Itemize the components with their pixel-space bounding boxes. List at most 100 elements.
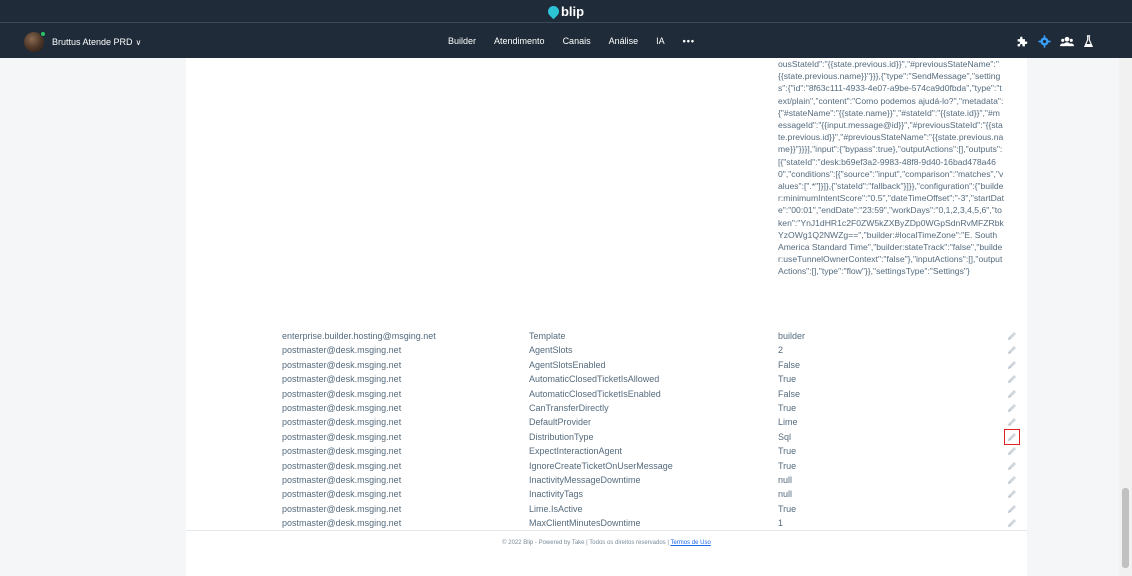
table-row: postmaster@desk.msging.net CanTransferDir… bbox=[282, 401, 1022, 415]
footer-copyright: © 2022 Blip - Powered by Take | Todos os… bbox=[502, 540, 669, 546]
page-scrollbar[interactable] bbox=[1119, 58, 1132, 576]
row-name: AgentSlotsEnabled bbox=[529, 359, 606, 370]
header-divider bbox=[0, 22, 1132, 23]
pencil-icon[interactable] bbox=[1006, 488, 1018, 500]
pencil-icon[interactable] bbox=[1006, 503, 1018, 515]
avatar bbox=[24, 31, 46, 52]
row-value: True bbox=[778, 402, 797, 413]
row-owner: postmaster@desk.msging.net bbox=[282, 417, 402, 428]
table-row: postmaster@desk.msging.net AgentSlots 2 bbox=[282, 343, 1022, 357]
row-name: IgnoreCreateTicketOnUserMessage bbox=[529, 460, 673, 471]
flow-json-value: ousStateId":"{{state.previous.id}}","#pr… bbox=[778, 59, 1004, 277]
blip-logo[interactable]: blip bbox=[0, 3, 1132, 20]
row-name: CanTransferDirectly bbox=[529, 402, 609, 413]
table-row: postmaster@desk.msging.net DistributionTy… bbox=[282, 428, 1022, 445]
online-status-icon bbox=[40, 31, 46, 37]
pencil-icon[interactable] bbox=[1006, 474, 1018, 486]
row-value: Lime bbox=[778, 417, 798, 428]
pencil-icon[interactable] bbox=[1006, 416, 1018, 428]
table-row: postmaster@desk.msging.net InactivityMess… bbox=[282, 473, 1022, 487]
footer-divider bbox=[186, 530, 1027, 531]
table-row: postmaster@desk.msging.net AutomaticClose… bbox=[282, 372, 1022, 386]
flask-icon[interactable] bbox=[1083, 35, 1094, 48]
account-switcher[interactable]: Bruttus Atende PRD ∨ bbox=[24, 31, 142, 52]
row-name: DistributionType bbox=[529, 431, 594, 442]
table-row: postmaster@desk.msging.net InactivityTags… bbox=[282, 487, 1022, 501]
pencil-icon[interactable] bbox=[1006, 373, 1018, 385]
nav-builder[interactable]: Builder bbox=[448, 36, 476, 46]
table-row: postmaster@desk.msging.net Lime.IsActive T… bbox=[282, 502, 1022, 516]
more-menu-button[interactable]: ••• bbox=[683, 36, 695, 46]
row-value: False bbox=[778, 388, 801, 399]
row-name: AgentSlots bbox=[529, 345, 573, 356]
pencil-icon[interactable] bbox=[1004, 428, 1020, 445]
pencil-icon[interactable] bbox=[1006, 388, 1018, 400]
nav-canais[interactable]: Canais bbox=[563, 36, 591, 46]
row-owner: postmaster@desk.msging.net bbox=[282, 518, 402, 529]
pencil-icon[interactable] bbox=[1006, 460, 1018, 472]
row-owner: postmaster@desk.msging.net bbox=[282, 503, 402, 514]
row-owner: enterprise.builder.hosting@msging.net bbox=[282, 331, 436, 341]
row-owner: postmaster@desk.msging.net bbox=[282, 431, 402, 442]
row-name: ExpectInteractionAgent bbox=[529, 446, 623, 457]
row-value: null bbox=[778, 474, 793, 485]
row-value: builder bbox=[778, 331, 806, 341]
row-name: MaxClientMinutesDowntime bbox=[529, 518, 641, 529]
row-owner: postmaster@desk.msging.net bbox=[282, 359, 402, 370]
table-row: postmaster@desk.msging.net MaxClientMinut… bbox=[282, 516, 1022, 530]
nav-analise[interactable]: Análise bbox=[609, 36, 639, 46]
row-value: 1 bbox=[778, 518, 784, 529]
configuration-table: enterprise.builder.hosting@msging.net Tem… bbox=[282, 329, 1022, 530]
row-owner: postmaster@desk.msging.net bbox=[282, 489, 402, 500]
row-owner: postmaster@desk.msging.net bbox=[282, 474, 402, 485]
pencil-icon[interactable] bbox=[1006, 359, 1018, 371]
left-gutter bbox=[0, 58, 186, 576]
top-bar: blip Bruttus Atende PRD ∨ Builder Atendi… bbox=[0, 0, 1132, 58]
row-name: InactivityMessageDowntime bbox=[529, 474, 641, 485]
row-name: Lime.IsActive bbox=[529, 503, 583, 514]
right-gutter bbox=[1027, 58, 1119, 576]
gear-icon[interactable] bbox=[1038, 35, 1051, 48]
table-row: postmaster@desk.msging.net DefaultProvide… bbox=[282, 415, 1022, 429]
row-owner: postmaster@desk.msging.net bbox=[282, 460, 402, 471]
row-owner: postmaster@desk.msging.net bbox=[282, 388, 402, 399]
row-owner: postmaster@desk.msging.net bbox=[282, 446, 402, 457]
pencil-icon[interactable] bbox=[1006, 402, 1018, 414]
nav-ia[interactable]: IA bbox=[656, 36, 665, 46]
row-name: InactivityTags bbox=[529, 489, 584, 500]
row-value: True bbox=[778, 446, 797, 457]
row-value: Sql bbox=[778, 431, 792, 442]
account-name: Bruttus Atende PRD bbox=[52, 37, 133, 47]
pencil-icon[interactable] bbox=[1006, 445, 1018, 457]
header-tools bbox=[1016, 35, 1103, 48]
terms-of-use-link[interactable]: Termos de Uso bbox=[670, 540, 710, 546]
table-row: postmaster@desk.msging.net AgentSlotsEnab… bbox=[282, 358, 1022, 372]
footer: © 2022 Blip - Powered by Take | Todos os… bbox=[186, 540, 1027, 546]
row-value: 2 bbox=[778, 345, 784, 356]
pencil-icon[interactable] bbox=[1006, 330, 1018, 342]
users-icon[interactable] bbox=[1060, 35, 1074, 48]
pencil-icon[interactable] bbox=[1006, 517, 1018, 529]
row-name: DefaultProvider bbox=[529, 417, 592, 428]
nav-atendimento[interactable]: Atendimento bbox=[494, 36, 545, 46]
scrollbar-thumb[interactable] bbox=[1122, 488, 1129, 568]
row-name: Template bbox=[529, 331, 566, 341]
table-row: enterprise.builder.hosting@msging.net Tem… bbox=[282, 329, 1022, 343]
row-value: True bbox=[778, 503, 797, 514]
row-value: True bbox=[778, 460, 797, 471]
row-owner: postmaster@desk.msging.net bbox=[282, 374, 402, 385]
table-row: postmaster@desk.msging.net AutomaticClose… bbox=[282, 387, 1022, 401]
row-owner: postmaster@desk.msging.net bbox=[282, 402, 402, 413]
pencil-icon[interactable] bbox=[1006, 344, 1018, 356]
row-value: null bbox=[778, 489, 793, 500]
blip-drop-icon bbox=[545, 3, 562, 20]
row-value: True bbox=[778, 374, 797, 385]
puzzle-icon[interactable] bbox=[1016, 35, 1029, 48]
table-row: postmaster@desk.msging.net ExpectInteract… bbox=[282, 444, 1022, 458]
row-name: AutomaticClosedTicketIsAllowed bbox=[529, 374, 660, 385]
row-owner: postmaster@desk.msging.net bbox=[282, 345, 402, 356]
chevron-down-icon: ∨ bbox=[135, 37, 142, 47]
row-value: False bbox=[778, 359, 801, 370]
row-name: AutomaticClosedTicketIsEnabled bbox=[529, 388, 661, 399]
main-nav: Builder Atendimento Canais Análise IA ••… bbox=[448, 36, 713, 46]
